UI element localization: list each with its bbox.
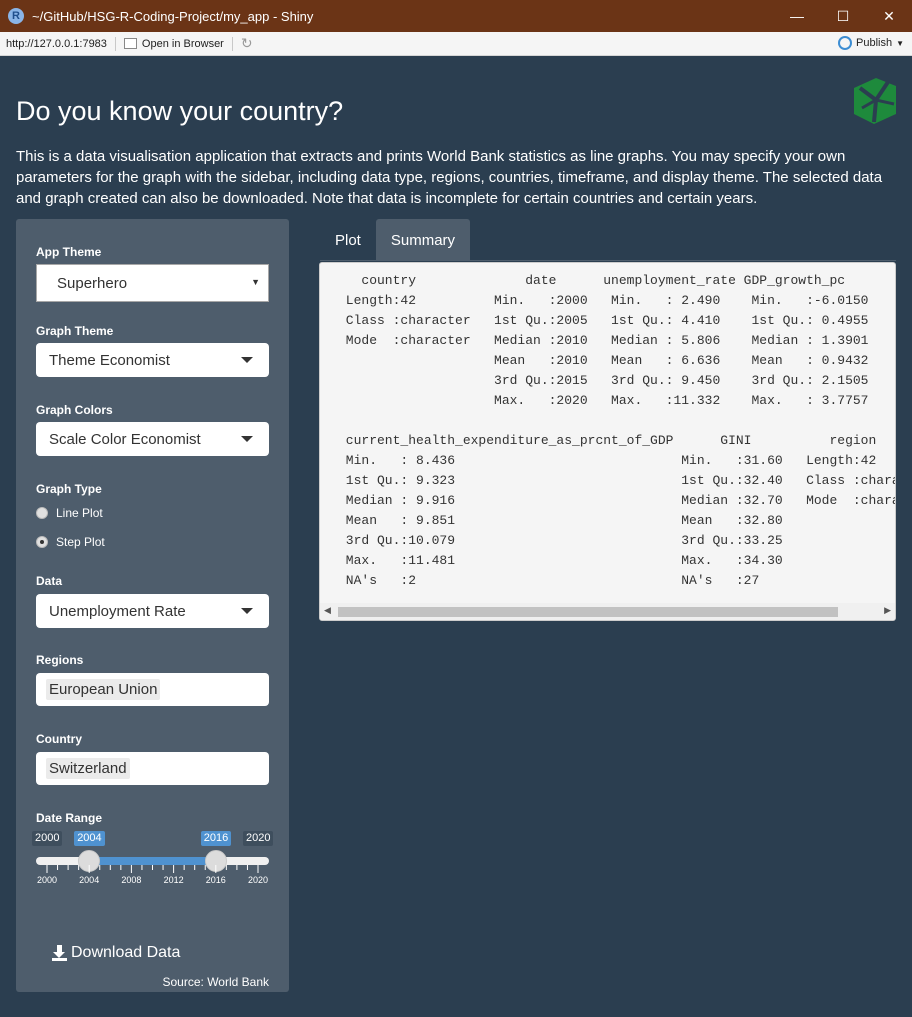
slider-max-badge: 2020 [243, 831, 274, 846]
graph-colors-value: Scale Color Economist [49, 430, 201, 448]
radio-step-plot[interactable]: Step Plot [36, 535, 105, 549]
country-tag[interactable]: Switzerland [46, 758, 130, 779]
minimize-button[interactable]: — [774, 0, 820, 32]
publish-label: Publish [856, 37, 893, 49]
radio-button-checked[interactable] [36, 536, 48, 548]
dropdown-arrow-icon: ▼ [251, 277, 260, 287]
main-tabs: Plot Summary [320, 219, 471, 261]
summary-text: country date unemployment_rate GDP_growt… [345, 273, 895, 588]
graph-type-label: Graph Type [36, 482, 102, 496]
publish-button[interactable]: Publish ▼ [838, 36, 904, 50]
close-button[interactable]: ✕ [866, 0, 912, 32]
summary-output: country date unemployment_rate GDP_growt… [319, 262, 896, 621]
intro-text: This is a data visualisation application… [16, 148, 883, 207]
slider-grid-label: 2020 [247, 875, 269, 885]
horizontal-scrollbar[interactable]: ◀ ▶ [320, 603, 895, 620]
app-logo-icon [854, 78, 896, 124]
radio-line-plot[interactable]: Line Plot [36, 506, 103, 520]
source-text: Source: World Bank [162, 975, 270, 989]
slider-ticks [46, 865, 259, 873]
download-icon [52, 945, 67, 961]
page-title: Do you know your country? [16, 96, 344, 126]
shiny-app: Do you know your country? This is a data… [2, 56, 910, 1014]
window-title: ~/GitHub/HSG-R-Coding-Project/my_app - S… [32, 8, 314, 24]
radio-label: Line Plot [56, 506, 103, 520]
slider-min-badge: 2000 [32, 831, 63, 846]
browser-window-icon [123, 38, 137, 49]
country-label: Country [36, 732, 82, 746]
caret-down-icon [241, 436, 253, 442]
tabs-divider [320, 260, 896, 261]
scroll-right-icon[interactable]: ▶ [884, 605, 891, 616]
app-theme-select[interactable]: Superhero ▼ [36, 264, 269, 302]
r-logo-icon: R [8, 8, 24, 24]
download-label: Download Data [71, 944, 181, 961]
data-value: Unemployment Rate [49, 602, 186, 620]
slider-from-badge: 2004 [74, 831, 105, 846]
open-in-browser-button[interactable]: Open in Browser [123, 37, 224, 50]
country-input[interactable]: Switzerland [36, 752, 269, 785]
graph-colors-label: Graph Colors [36, 403, 113, 417]
chevron-down-icon: ▼ [896, 38, 904, 48]
slider-grid-label: 2008 [121, 875, 142, 885]
regions-label: Regions [36, 653, 84, 667]
tab-plot[interactable]: Plot [320, 219, 376, 261]
date-range-label: Date Range [36, 811, 103, 825]
caret-down-icon [241, 608, 253, 614]
maximize-button[interactable]: ☐ [820, 0, 866, 32]
scrollbar-thumb[interactable] [338, 607, 838, 617]
slider-grid-label: 2004 [79, 875, 100, 885]
data-label: Data [36, 574, 63, 588]
publish-icon [838, 36, 852, 50]
graph-theme-value: Theme Economist [49, 351, 170, 369]
open-in-browser-label: Open in Browser [141, 37, 224, 50]
window-titlebar: R ~/GitHub/HSG-R-Coding-Project/my_app -… [0, 0, 912, 32]
app-theme-label: App Theme [36, 245, 102, 259]
date-range-slider[interactable]: 2000 2004 2016 2020 2000 2004 2008 2012 2016… [32, 831, 274, 891]
refresh-icon[interactable]: ↻ [241, 35, 253, 52]
radio-button[interactable] [36, 507, 48, 519]
graph-theme-label: Graph Theme [36, 324, 114, 338]
sidebar-panel: App Theme Superhero ▼ Graph Theme Theme … [16, 219, 289, 992]
toolbar-divider [114, 36, 116, 51]
graph-theme-select[interactable]: Theme Economist [36, 343, 269, 377]
tab-summary[interactable]: Summary [375, 219, 471, 261]
region-tag[interactable]: European Union [46, 679, 161, 700]
slider-to-badge: 2016 [200, 831, 232, 846]
data-select[interactable]: Unemployment Rate [36, 594, 269, 628]
graph-colors-select[interactable]: Scale Color Economist [36, 422, 269, 456]
slider-grid-label: 2000 [36, 875, 58, 885]
url-field[interactable]: http://127.0.0.1:7983 [6, 38, 107, 50]
slider-grid-label: 2012 [163, 875, 184, 885]
app-theme-value: Superhero [57, 274, 128, 292]
slider-grid-label: 2016 [205, 875, 226, 885]
toolbar-divider [231, 36, 233, 51]
viewer-toolbar: http://127.0.0.1:7983 Open in Browser ↻ … [0, 32, 912, 56]
radio-label: Step Plot [56, 535, 105, 549]
scroll-left-icon[interactable]: ◀ [324, 605, 331, 616]
download-data-button[interactable]: Download Data [52, 944, 180, 962]
slider-range-fill [89, 857, 216, 865]
caret-down-icon [241, 357, 253, 363]
regions-input[interactable]: European Union [36, 673, 269, 706]
